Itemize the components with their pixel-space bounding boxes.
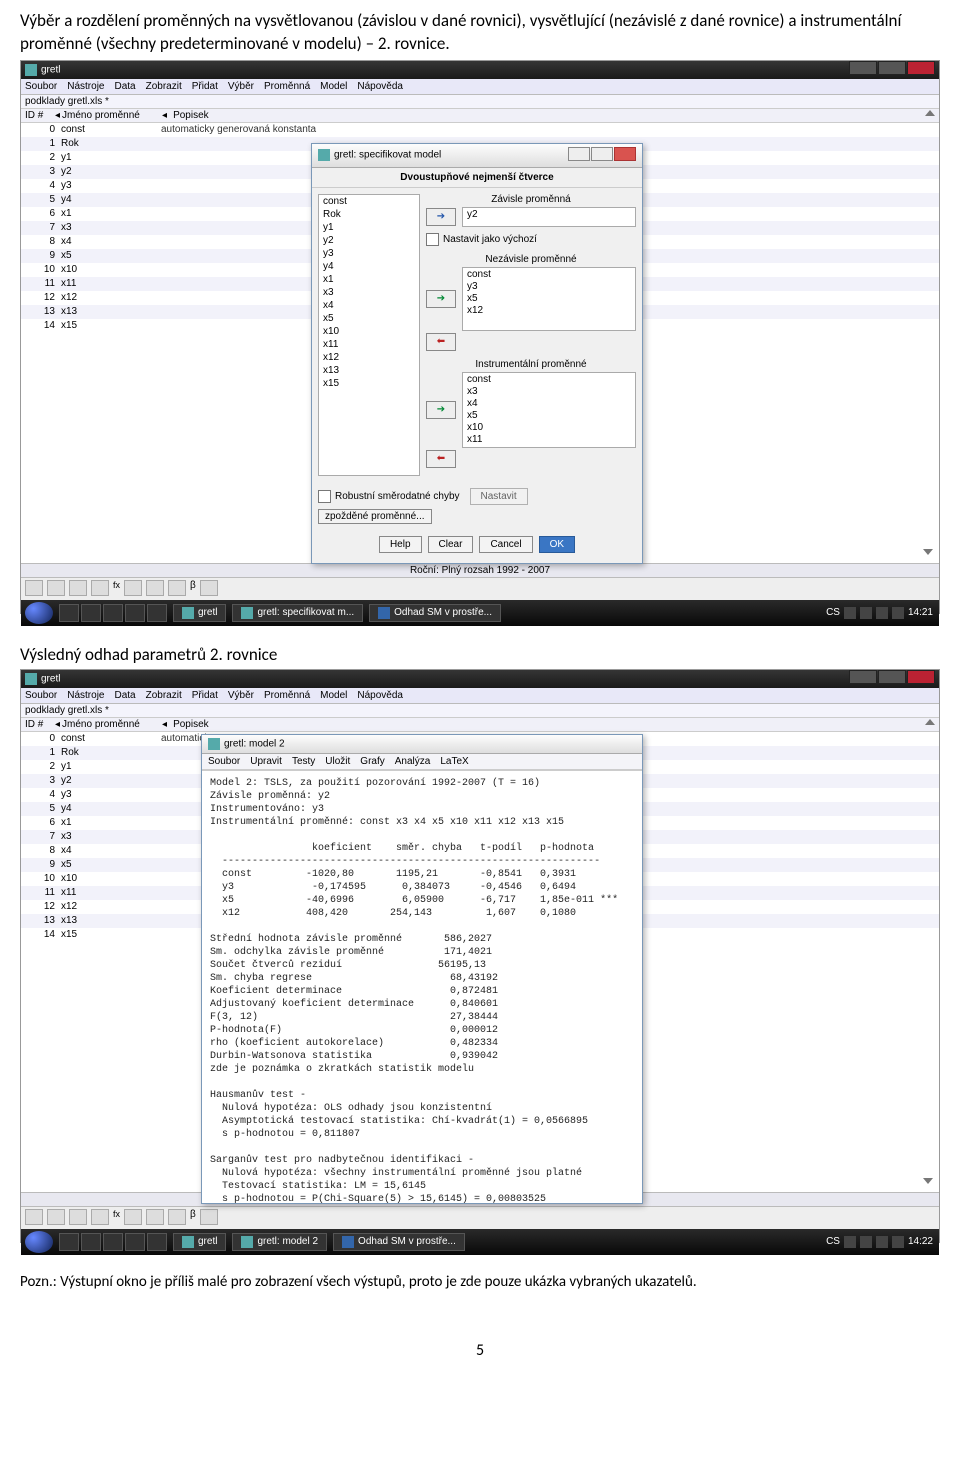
source-item[interactable]: x10 bbox=[319, 325, 419, 338]
clock: 14:21 bbox=[908, 607, 933, 618]
label-independent: Nezávisle proměnné bbox=[426, 254, 636, 265]
source-item[interactable]: y2 bbox=[319, 234, 419, 247]
source-item[interactable]: x4 bbox=[319, 299, 419, 312]
robust-set-button[interactable]: Nastavit bbox=[470, 488, 528, 505]
source-item[interactable]: x12 bbox=[319, 351, 419, 364]
add-indep-button[interactable]: ➔ bbox=[426, 290, 456, 308]
dialog-subtitle: Dvoustupňové nejmenší čtverce bbox=[312, 168, 642, 188]
screenshot-model-output: gretl SouborNástrojeDataZobrazitPřidatVý… bbox=[20, 669, 940, 1243]
task-gretl[interactable]: gretl bbox=[173, 1233, 226, 1251]
model-output-window: gretl: model 2 SouborUpravitTestyUložitG… bbox=[201, 734, 643, 1204]
dialog-title: gretl: specifikovat model bbox=[318, 149, 441, 161]
dialog-window-buttons[interactable] bbox=[567, 147, 636, 164]
main-menubar[interactable]: SouborNástrojeDataZobrazitPřidatVýběrPro… bbox=[21, 79, 939, 95]
taskbar[interactable]: gretl gretl: specifikovat m... Odhad SM … bbox=[21, 600, 939, 626]
instr-item[interactable]: x5 bbox=[467, 410, 631, 422]
source-item[interactable]: y3 bbox=[319, 247, 419, 260]
source-item[interactable]: y4 bbox=[319, 260, 419, 273]
instr-item[interactable]: x3 bbox=[467, 386, 631, 398]
source-item[interactable]: x3 bbox=[319, 286, 419, 299]
close-icon bbox=[907, 61, 935, 75]
screenshot-specify-model: gretl SouborNástrojeDataZobrazitPřidatVý… bbox=[20, 60, 940, 614]
model-output-text[interactable]: Model 2: TSLS, za použití pozorování 199… bbox=[202, 770, 642, 1203]
robust-label: Robustní směrodatné chyby bbox=[335, 491, 460, 502]
default-label: Nastavit jako výchozí bbox=[443, 234, 537, 245]
main-titlebar: gretl bbox=[21, 670, 939, 688]
window-buttons[interactable] bbox=[848, 61, 935, 78]
instr-item[interactable]: x11 bbox=[467, 434, 631, 446]
default-checkbox[interactable] bbox=[426, 233, 439, 246]
task-word[interactable]: Odhad SM v prostře... bbox=[333, 1233, 465, 1251]
page-number: 5 bbox=[20, 1341, 940, 1360]
remove-instr-button[interactable]: ⬅ bbox=[426, 450, 456, 468]
dependent-field[interactable]: y2 bbox=[462, 207, 636, 227]
instr-item[interactable]: x4 bbox=[467, 398, 631, 410]
bottom-toolbar[interactable]: fxβ bbox=[21, 577, 939, 600]
indep-item[interactable]: x12 bbox=[467, 305, 631, 317]
file-line: podklady gretl.xls * bbox=[21, 704, 939, 718]
indep-item[interactable]: const bbox=[467, 269, 631, 281]
start-orb-icon[interactable] bbox=[25, 1231, 53, 1253]
caption-2: Výsledný odhad parametrů 2. rovnice bbox=[20, 644, 940, 665]
add-instr-button[interactable]: ➔ bbox=[426, 401, 456, 419]
indep-item[interactable]: y3 bbox=[467, 281, 631, 293]
move-dep-button[interactable]: ➔ bbox=[426, 208, 456, 226]
source-item[interactable]: x13 bbox=[319, 364, 419, 377]
instr-item[interactable]: const bbox=[467, 374, 631, 386]
var-row[interactable]: 0constautomaticky generovaná konstanta bbox=[21, 123, 939, 137]
label-dependent: Závisle proměnná bbox=[426, 194, 636, 205]
start-orb-icon[interactable] bbox=[25, 602, 53, 624]
source-item[interactable]: const bbox=[319, 195, 419, 208]
app-title: gretl bbox=[25, 64, 60, 76]
source-item[interactable]: Rok bbox=[319, 208, 419, 221]
instr-item[interactable]: x10 bbox=[467, 422, 631, 434]
lang-indicator[interactable]: CS bbox=[826, 607, 840, 618]
independent-list[interactable]: consty3x5x12 bbox=[462, 267, 636, 331]
clock: 14:22 bbox=[908, 1236, 933, 1247]
model-menubar[interactable]: SouborUpravitTestyUložitGrafyAnalýzaLaTe… bbox=[202, 754, 642, 770]
instruments-list[interactable]: constx3x4x5x10x11 bbox=[462, 372, 636, 448]
source-item[interactable]: x15 bbox=[319, 377, 419, 390]
scroll-up-icon[interactable] bbox=[925, 719, 935, 725]
main-titlebar: gretl bbox=[21, 61, 939, 79]
close-icon bbox=[614, 147, 636, 161]
help-button[interactable]: Help bbox=[379, 536, 422, 553]
ok-button[interactable]: OK bbox=[539, 536, 575, 553]
var-header: ID #◂ Jméno proměnné◂ Popisek bbox=[21, 109, 939, 123]
scroll-up-icon[interactable] bbox=[925, 110, 935, 116]
source-item[interactable]: x5 bbox=[319, 312, 419, 325]
task-word[interactable]: Odhad SM v prostře... bbox=[369, 604, 501, 622]
clear-button[interactable]: Clear bbox=[428, 536, 474, 553]
robust-checkbox[interactable] bbox=[318, 490, 331, 503]
source-varlist[interactable]: constRoky1y2y3y4x1x3x4x5x10x11x12x13x15 bbox=[318, 194, 420, 476]
main-menubar[interactable]: SouborNástrojeDataZobrazitPřidatVýběrPro… bbox=[21, 688, 939, 704]
task-gretl[interactable]: gretl bbox=[173, 604, 226, 622]
task-dialog[interactable]: gretl: specifikovat m... bbox=[232, 604, 363, 622]
status-line: Roční: Plný rozsah 1992 - 2007 bbox=[21, 563, 939, 577]
source-item[interactable]: x1 bbox=[319, 273, 419, 286]
task-model[interactable]: gretl: model 2 bbox=[232, 1233, 327, 1251]
source-item[interactable]: x11 bbox=[319, 338, 419, 351]
footnote: Pozn.: Výstupní okno je příliš malé pro … bbox=[20, 1273, 940, 1291]
lagged-button[interactable]: zpožděné proměnné... bbox=[318, 509, 432, 524]
indep-item[interactable]: x5 bbox=[467, 293, 631, 305]
remove-indep-button[interactable]: ⬅ bbox=[426, 333, 456, 351]
source-item[interactable]: y1 bbox=[319, 221, 419, 234]
intro-text: Výběr a rozdělení proměnných na vysvětlo… bbox=[20, 10, 940, 56]
model-title: gretl: model 2 bbox=[208, 738, 285, 750]
scroll-down-icon[interactable] bbox=[923, 1178, 933, 1184]
file-line: podklady gretl.xls * bbox=[21, 95, 939, 109]
cancel-button[interactable]: Cancel bbox=[479, 536, 532, 553]
lang-indicator[interactable]: CS bbox=[826, 1236, 840, 1247]
scroll-down-icon[interactable] bbox=[923, 549, 933, 555]
bottom-toolbar[interactable]: fxβ bbox=[21, 1206, 939, 1229]
specify-model-dialog: gretl: specifikovat model Dvoustupňové n… bbox=[311, 143, 643, 564]
label-instruments: Instrumentální proměnné bbox=[426, 359, 636, 370]
taskbar[interactable]: gretl gretl: model 2 Odhad SM v prostře.… bbox=[21, 1229, 939, 1255]
